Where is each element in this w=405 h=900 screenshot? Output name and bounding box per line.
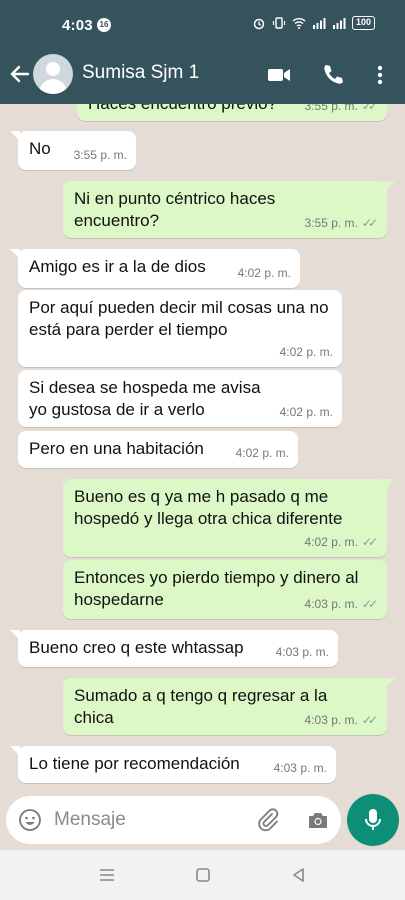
message-outgoing[interactable]: Sumado a q tengo q regresar a la chica 4… [63, 678, 395, 735]
message-time: 4:03 p. m. [273, 761, 327, 775]
message-time: 4:02 p. m. [304, 535, 358, 549]
message-input-bar[interactable]: Mensaje [6, 796, 341, 844]
recent-apps-icon[interactable] [98, 866, 116, 884]
message-time: 3:55 p. m. [304, 216, 358, 230]
read-ticks-icon: ✓✓ [361, 216, 378, 230]
message-incoming[interactable]: No 3:55 p. m. [10, 131, 136, 170]
chat-header: Sumisa Sjm 1 [0, 48, 405, 104]
message-outgoing[interactable]: Entonces yo pierdo tiempo y dinero al ho… [63, 560, 387, 619]
message-time: 4:03 p. m. [304, 713, 358, 727]
read-ticks-icon: ✓✓ [361, 597, 378, 611]
top-bar: 4:03 16 100 Sumisa Sjm 1 [0, 0, 405, 104]
message-incoming[interactable]: Bueno creo q este whtassap 4:03 p. m. [10, 630, 338, 667]
read-ticks-icon: ✓✓ [361, 713, 378, 727]
voice-record-button[interactable] [347, 794, 399, 846]
read-ticks-icon: ✓✓ [361, 535, 378, 549]
microphone-icon [365, 809, 381, 830]
emoji-icon[interactable] [18, 808, 42, 832]
message-time: 4:02 p. m. [235, 446, 289, 460]
more-options-icon[interactable] [367, 62, 393, 88]
message-time: 4:02 p. m. [279, 405, 333, 419]
wifi-icon [292, 18, 306, 29]
notification-badge: 16 [97, 18, 111, 32]
contact-name[interactable]: Sumisa Sjm 1 [82, 62, 199, 84]
signal-icon [312, 18, 326, 29]
status-bar: 4:03 16 100 [0, 0, 405, 48]
back-nav-icon[interactable] [290, 866, 308, 884]
read-ticks-icon: ✓✓ [361, 104, 378, 113]
message-outgoing[interactable]: Bueno es q ya me h pasado q me hospedó y… [63, 479, 395, 557]
attach-icon[interactable] [256, 808, 280, 832]
message-incoming[interactable]: Si desea se hospeda me avisa yo gustosa … [18, 370, 342, 427]
message-incoming[interactable]: Lo tiene por recomendación 4:03 p. m. [10, 746, 336, 783]
message-outgoing[interactable]: Ni en punto céntrico haces encuentro? 3:… [63, 181, 395, 238]
message-outgoing[interactable]: Haces encuentro previo? 3:55 p. m.✓✓ [77, 104, 387, 121]
message-incoming[interactable]: Por aquí pueden decir mil cosas una no e… [18, 290, 342, 367]
message-time: 4:03 p. m. [304, 597, 358, 611]
message-time: 4:03 p. m. [275, 645, 329, 659]
message-list[interactable]: Haces encuentro previo? 3:55 p. m.✓✓ No … [0, 104, 405, 792]
signal-icon-2 [332, 18, 346, 29]
status-icons: 100 [252, 16, 375, 30]
video-call-icon[interactable] [266, 62, 292, 88]
message-incoming[interactable]: Pero en una habitación 4:02 p. m. [18, 431, 298, 468]
system-nav-bar [0, 850, 405, 900]
status-time: 4:03 [62, 17, 93, 34]
message-time: 4:02 p. m. [279, 345, 333, 359]
back-arrow-icon[interactable] [8, 62, 32, 86]
camera-icon[interactable] [306, 808, 330, 832]
phone-call-icon[interactable] [320, 62, 346, 88]
vibrate-icon [272, 17, 286, 29]
home-icon[interactable] [194, 866, 212, 884]
avatar[interactable] [33, 54, 73, 94]
message-time: 4:02 p. m. [237, 266, 291, 280]
battery-indicator: 100 [351, 16, 375, 30]
message-time: 3:55 p. m. [73, 148, 127, 162]
message-time: 3:55 p. m. [304, 104, 358, 113]
alarm-icon [253, 18, 265, 30]
message-input[interactable]: Mensaje [54, 809, 126, 831]
message-incoming[interactable]: Amigo es ir a la de dios 4:02 p. m. [10, 249, 300, 288]
